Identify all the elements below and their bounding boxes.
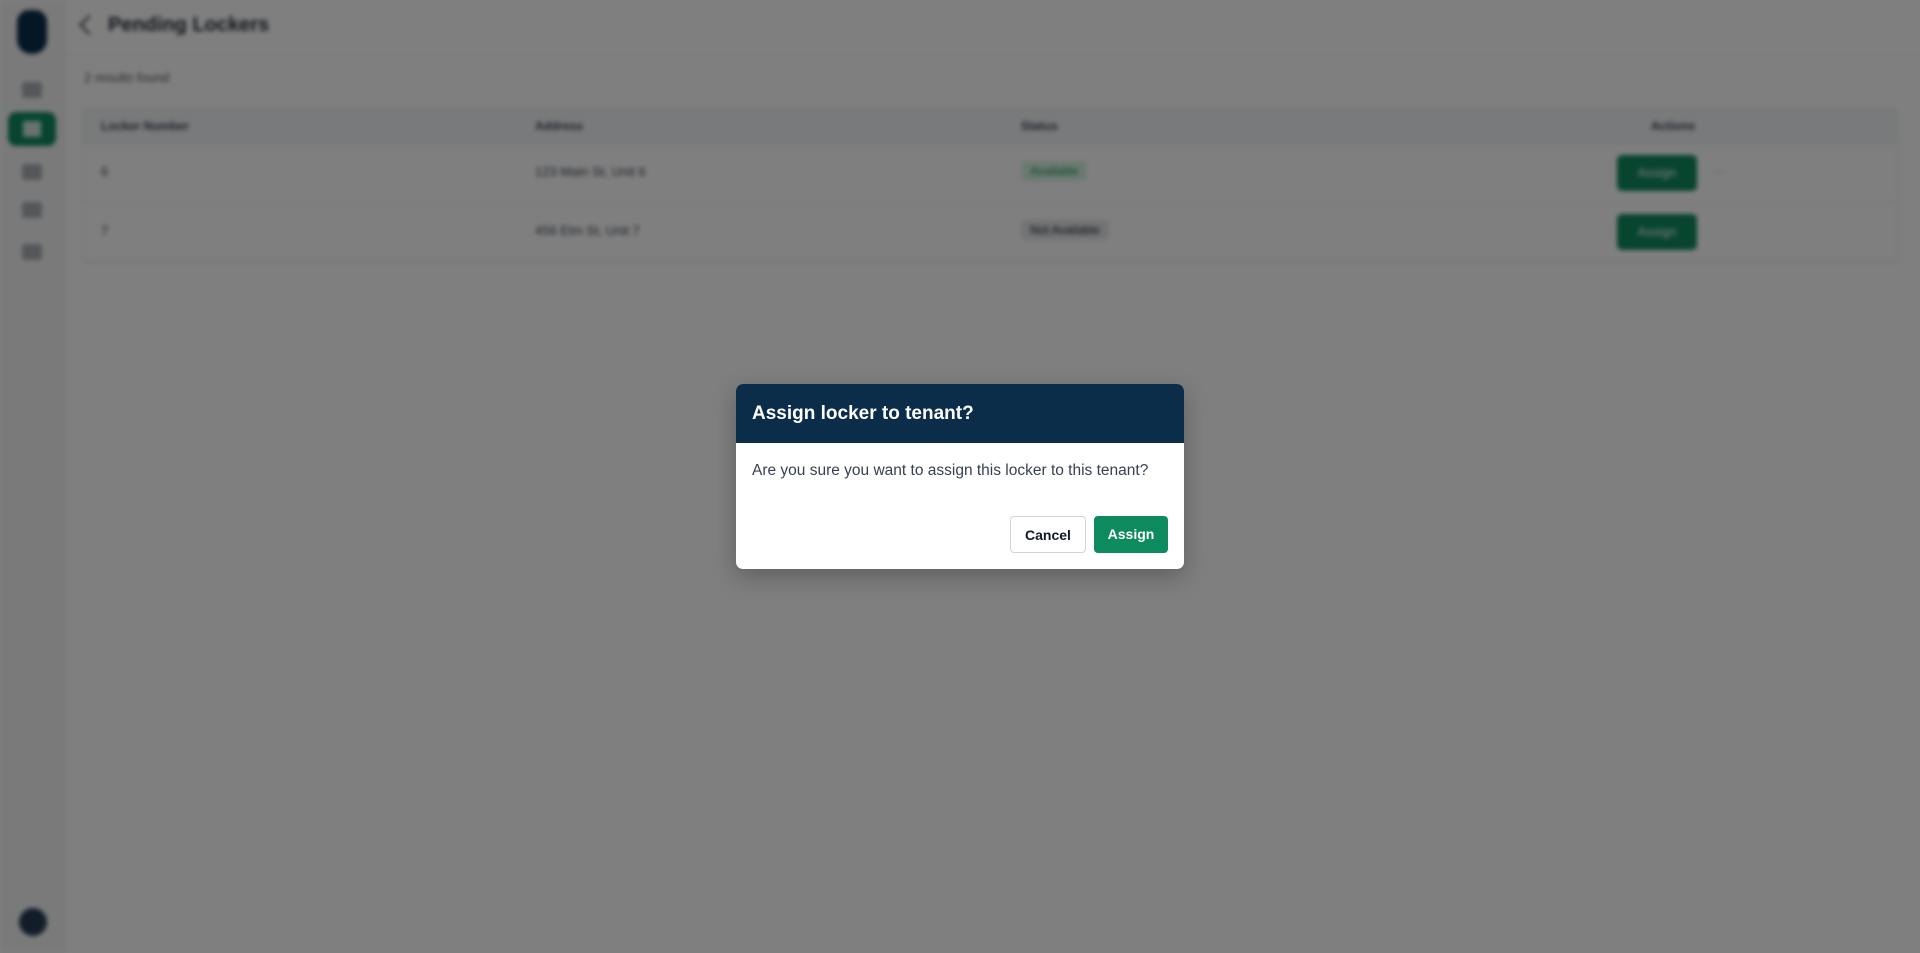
assign-locker-dialog: Assign locker to tenant? Are you sure yo… xyxy=(736,384,1184,569)
cancel-button[interactable]: Cancel xyxy=(1010,516,1086,553)
dialog-header: Assign locker to tenant? xyxy=(736,384,1184,443)
dialog-message: Are you sure you want to assign this loc… xyxy=(752,462,1149,479)
dialog-title: Assign locker to tenant? xyxy=(752,403,974,424)
assign-button[interactable]: Assign xyxy=(1094,516,1168,553)
